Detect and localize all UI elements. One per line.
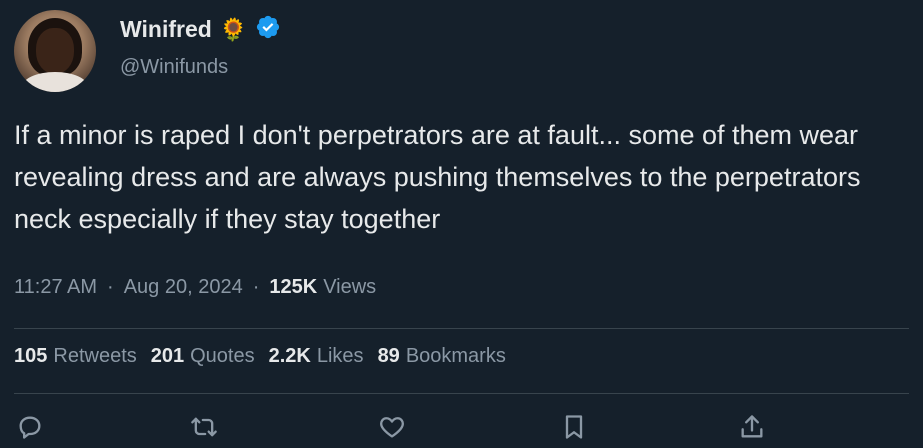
avatar-face bbox=[36, 28, 74, 74]
divider bbox=[14, 328, 909, 329]
retweets-count: 105 bbox=[14, 345, 48, 367]
bookmarks-label: Bookmarks bbox=[405, 345, 506, 367]
likes-stat[interactable]: 2.2K Likes bbox=[269, 345, 364, 368]
share-icon[interactable] bbox=[738, 413, 766, 441]
bookmark-icon[interactable] bbox=[560, 413, 588, 441]
tweet-actions bbox=[0, 413, 923, 445]
like-icon[interactable] bbox=[378, 413, 406, 441]
tweet-text: If a minor is raped I don't perpetrators… bbox=[14, 120, 861, 234]
likes-label: Likes bbox=[316, 345, 364, 367]
tweet-time[interactable]: 11:27 AM bbox=[14, 276, 97, 299]
avatar-shoulder bbox=[22, 72, 88, 92]
views-label: Views bbox=[323, 276, 377, 298]
engagement-stats: 105 Retweets 201 Quotes 2.2K Likes 89 Bookma… bbox=[14, 345, 506, 368]
verified-badge-icon[interactable] bbox=[255, 14, 281, 45]
meta-separator: · bbox=[107, 276, 114, 298]
retweets-stat[interactable]: 105 Retweets bbox=[14, 345, 137, 368]
meta-separator: · bbox=[252, 276, 260, 298]
views-count: 125K bbox=[269, 276, 318, 298]
retweets-label: Retweets bbox=[53, 345, 137, 367]
tweet-meta: 11:27 AM · Aug 20, 2024 · 125K Views bbox=[14, 276, 376, 299]
bookmarks-count: 89 bbox=[377, 345, 400, 367]
quotes-count: 201 bbox=[150, 345, 185, 367]
retweet-icon[interactable] bbox=[190, 413, 218, 441]
tweet-date[interactable]: Aug 20, 2024 bbox=[124, 276, 243, 299]
bookmarks-stat[interactable]: 89 Bookmarks bbox=[378, 345, 506, 368]
quotes-label: Quotes bbox=[190, 345, 255, 367]
divider bbox=[14, 393, 909, 394]
avatar[interactable] bbox=[14, 10, 96, 92]
likes-count: 2.2K bbox=[268, 345, 311, 367]
author-display-name[interactable]: Winifred bbox=[120, 16, 212, 43]
sunflower-emoji: 🌻 bbox=[219, 16, 248, 42]
quotes-stat[interactable]: 201 Quotes bbox=[151, 345, 255, 368]
reply-icon[interactable] bbox=[16, 413, 44, 441]
author-handle[interactable]: @Winifunds bbox=[120, 56, 228, 79]
author-name-row: Winifred 🌻 bbox=[120, 14, 281, 45]
